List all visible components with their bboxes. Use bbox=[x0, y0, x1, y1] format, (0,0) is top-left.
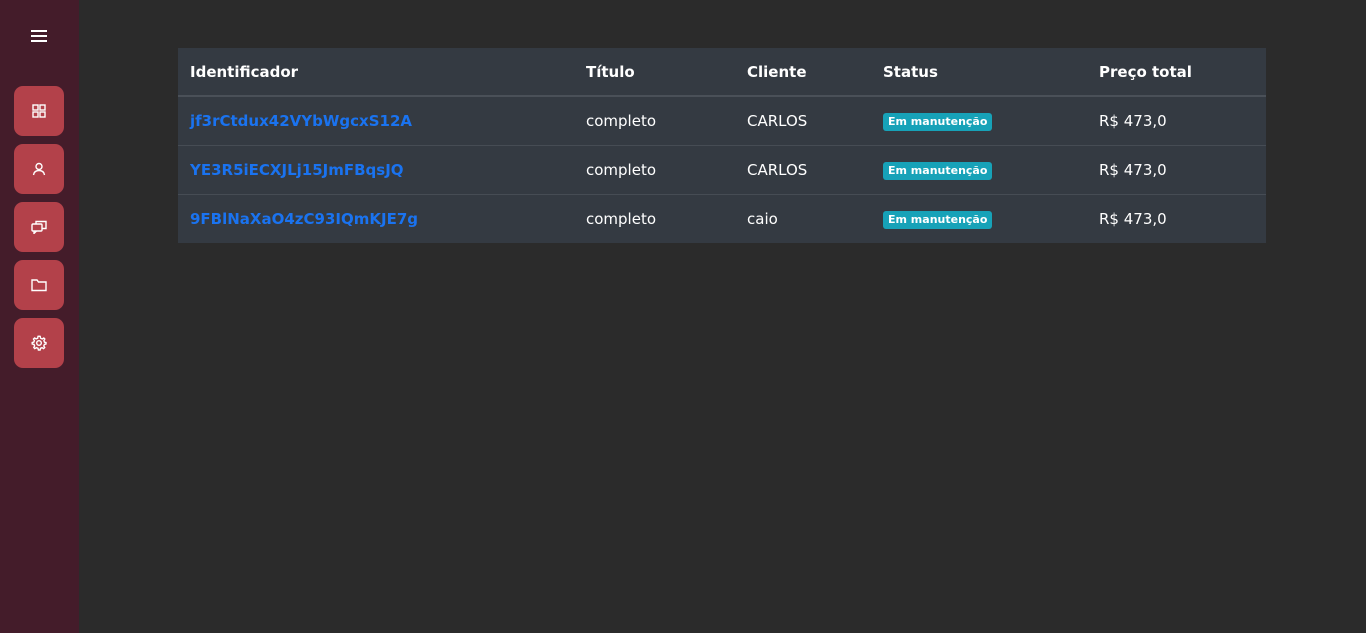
order-id-link[interactable]: YE3R5iECXJLj15JmFBqsJQ bbox=[190, 161, 404, 179]
cell-titulo: completo bbox=[574, 144, 735, 194]
cell-cliente: caio bbox=[735, 193, 871, 243]
grid-icon bbox=[32, 104, 46, 118]
orders-table: Identificador Título Cliente Status Preç… bbox=[178, 48, 1266, 243]
table-row: 9FBlNaXaO4zC93IQmKJE7g completo caio Em … bbox=[178, 193, 1266, 243]
sidebar-item-folders[interactable] bbox=[14, 260, 64, 310]
hamburger-icon[interactable] bbox=[27, 24, 51, 48]
folder-icon bbox=[31, 278, 47, 292]
cell-titulo: completo bbox=[574, 193, 735, 243]
column-header-status: Status bbox=[871, 48, 1087, 97]
column-header-titulo: Título bbox=[574, 48, 735, 97]
sidebar-item-messages[interactable] bbox=[14, 202, 64, 252]
cell-titulo: completo bbox=[586, 111, 657, 130]
cell-identificador: jf3rCtdux42VYbWgcxS12A bbox=[178, 96, 574, 145]
cell-preco-total: R$ 473,0 bbox=[1099, 111, 1167, 130]
status-badge: Em manutenção bbox=[883, 161, 993, 180]
status-badge: Em manutenção bbox=[883, 112, 993, 131]
sidebar-item-users[interactable] bbox=[14, 144, 64, 194]
user-icon bbox=[32, 162, 46, 176]
cell-preco-total: R$ 473,0 bbox=[1087, 193, 1266, 243]
table-row: jf3rCtdux42VYbWgcxS12A completo CARLOS E… bbox=[178, 96, 1266, 145]
cell-identificador: YE3R5iECXJLj15JmFBqsJQ bbox=[178, 144, 574, 194]
gear-icon bbox=[31, 335, 47, 351]
table-header-row: Identificador Título Cliente Status Preç… bbox=[178, 48, 1266, 97]
table-row: YE3R5iECXJLj15JmFBqsJQ completo CARLOS E… bbox=[178, 144, 1266, 194]
sidebar-item-settings[interactable] bbox=[14, 318, 64, 368]
order-id-link[interactable]: 9FBlNaXaO4zC93IQmKJE7g bbox=[190, 210, 418, 228]
cell-status: Em manutenção bbox=[871, 193, 1087, 243]
cell-identificador: 9FBlNaXaO4zC93IQmKJE7g bbox=[178, 193, 574, 243]
status-badge: Em manutenção bbox=[883, 210, 993, 229]
sidebar bbox=[0, 0, 79, 633]
cell-status: Em manutenção bbox=[871, 96, 1087, 145]
column-header-preco-total: Preço total bbox=[1087, 48, 1266, 97]
chat-icon bbox=[31, 220, 47, 234]
cell-status: Em manutenção bbox=[871, 144, 1087, 194]
sidebar-item-dashboard[interactable] bbox=[14, 86, 64, 136]
column-header-identificador: Identificador bbox=[178, 48, 574, 97]
order-id-link[interactable]: jf3rCtdux42VYbWgcxS12A bbox=[190, 112, 412, 130]
cell-cliente: CARLOS bbox=[747, 111, 808, 130]
cell-cliente: CARLOS bbox=[735, 144, 871, 194]
cell-preco-total: R$ 473,0 bbox=[1087, 144, 1266, 194]
column-header-cliente: Cliente bbox=[735, 48, 871, 97]
